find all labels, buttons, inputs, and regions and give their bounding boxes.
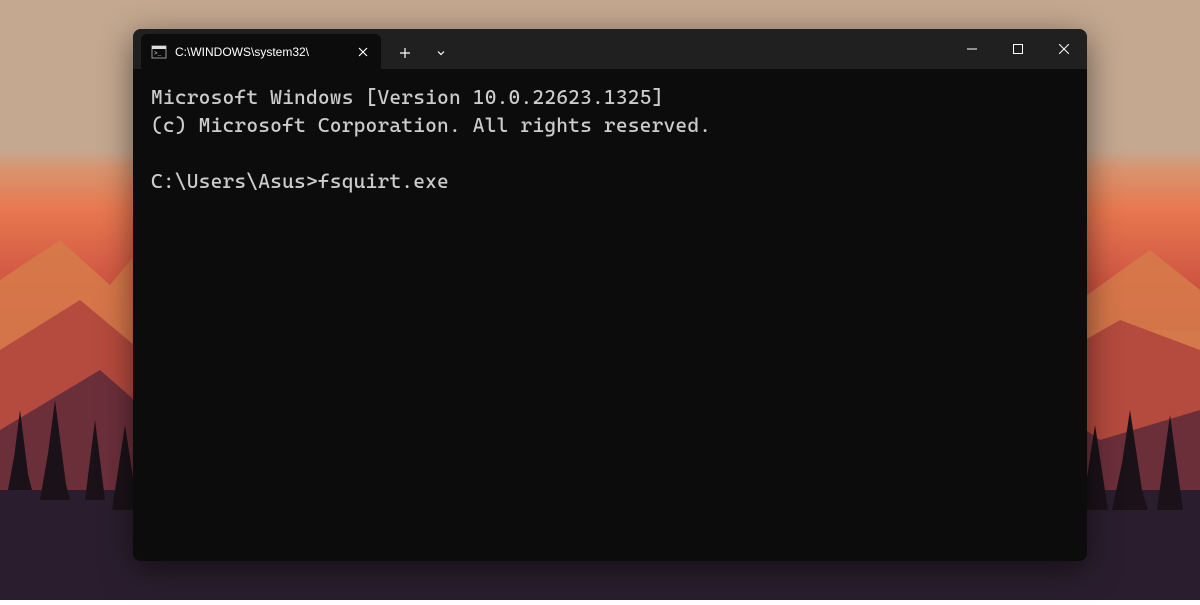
tab-actions [381,37,465,69]
command-text: fsquirt.exe [318,169,449,193]
tab-active[interactable]: >_ C:\WINDOWS\system32\ [141,34,381,69]
maximize-button[interactable] [995,29,1041,69]
terminal-output-line [151,139,1069,167]
new-tab-button[interactable] [389,37,421,69]
title-bar[interactable]: >_ C:\WINDOWS\system32\ [133,29,1087,69]
tabs-area: >_ C:\WINDOWS\system32\ [133,29,949,69]
minimize-button[interactable] [949,29,995,69]
terminal-window: >_ C:\WINDOWS\system32\ [133,29,1087,561]
cmd-icon: >_ [151,44,167,60]
tab-dropdown-button[interactable] [425,37,457,69]
terminal-prompt-line: C:\Users\Asus>fsquirt.exe [151,167,1069,195]
tab-title: C:\WINDOWS\system32\ [175,45,347,59]
terminal-content[interactable]: Microsoft Windows [Version 10.0.22623.13… [133,69,1087,561]
prompt-text: C:\Users\Asus> [151,169,318,193]
window-controls [949,29,1087,69]
tab-close-button[interactable] [355,44,371,60]
close-button[interactable] [1041,29,1087,69]
terminal-output-line: Microsoft Windows [Version 10.0.22623.13… [151,83,1069,111]
svg-text:>_: >_ [154,50,162,57]
terminal-output-line: (c) Microsoft Corporation. All rights re… [151,111,1069,139]
